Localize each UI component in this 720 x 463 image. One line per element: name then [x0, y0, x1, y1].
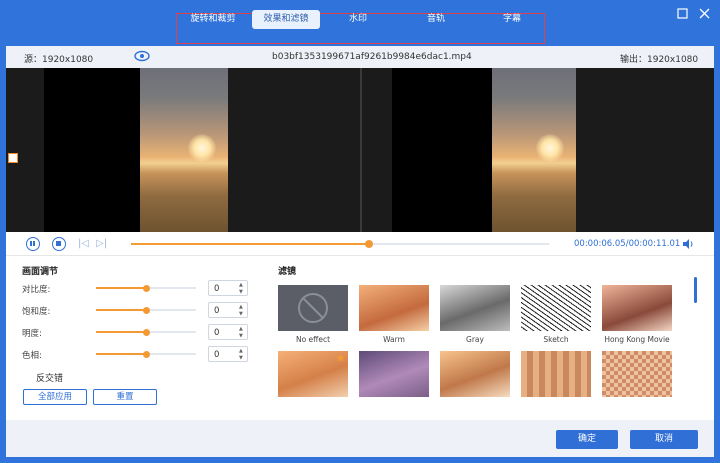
video-preview-area — [6, 68, 714, 232]
star-icon: ★ — [335, 351, 346, 365]
tab-audio-track[interactable]: 音轨 — [416, 10, 456, 29]
close-icon[interactable] — [698, 8, 710, 20]
filter-thumb-item-7[interactable] — [359, 351, 429, 397]
output-resolution: 输出：1920x1080 — [620, 55, 699, 65]
filter-thumb-item-8[interactable] — [440, 351, 510, 397]
adjust-title: 画面调节 — [22, 267, 59, 277]
hue-row: 色相: 0 ▲ ▼ — [20, 346, 250, 362]
tab-effects-filters[interactable]: 效果和滤镜 — [252, 10, 320, 29]
hue-slider[interactable] — [96, 350, 196, 358]
cancel-button[interactable]: 取消 — [630, 430, 698, 449]
filter-label: Hong Kong Movie — [604, 335, 670, 344]
filter-label: Gray — [466, 335, 484, 344]
volume-icon[interactable] — [682, 238, 694, 250]
filter-thumb-no-effect[interactable] — [278, 285, 348, 331]
contrast-label: 对比度: — [22, 285, 51, 295]
filter-thumb-item-10[interactable] — [602, 351, 672, 397]
contrast-slider[interactable] — [96, 284, 196, 292]
maximize-icon[interactable] — [676, 8, 688, 20]
original-preview — [6, 68, 360, 232]
adjust-panel: 画面调节 对比度: 0 ▲ ▼ 饱和度: 0 ▲ ▼ 明度: 0 ▲ ▼ 色相: 0 ▲ ▼ — [8, 153, 250, 414]
info-bar: 源：1920x1080 b03bf1353199671af9261b9984e6… — [6, 46, 714, 68]
filter-thumb-item-6[interactable]: ★ — [278, 351, 348, 397]
next-frame-icon[interactable]: ▷| — [96, 238, 107, 249]
pause-button[interactable] — [26, 237, 40, 251]
file-name: b03bf1353199671af9261b9984e6dac1.mp4 — [272, 52, 472, 62]
title-bar: 旋转和裁剪 效果和滤镜 水印 音轨 字幕 — [0, 0, 720, 46]
reset-button[interactable]: 重置 — [93, 389, 157, 405]
original-video-frame — [140, 68, 228, 232]
brightness-label: 明度: — [22, 329, 42, 339]
stop-button[interactable] — [52, 237, 66, 251]
editor-window: 旋转和裁剪 效果和滤镜 水印 音轨 字幕 源：1920x1080 b03bf13… — [0, 0, 720, 463]
contrast-spinbox[interactable]: 0 ▲ ▼ — [208, 280, 248, 296]
no-effect-icon — [298, 293, 328, 323]
contrast-row: 对比度: 0 ▲ ▼ — [20, 280, 250, 296]
timeline-handle[interactable] — [365, 240, 374, 248]
filter-thumb-hong-kong-movie[interactable] — [602, 285, 672, 331]
timeline-slider[interactable] — [131, 240, 549, 248]
filter-label: No effect — [295, 335, 331, 344]
output-preview — [362, 68, 714, 232]
timeline-progress — [131, 243, 370, 245]
filter-thumb-item-9[interactable] — [521, 351, 591, 397]
previous-frame-icon[interactable]: |◁ — [78, 238, 89, 249]
hue-spinbox[interactable]: 0 ▲ ▼ — [208, 346, 248, 362]
saturation-label: 饱和度: — [22, 307, 51, 317]
time-display: 00:00:06.05/00:00:11.01 — [574, 239, 681, 249]
dialog-footer: 确定 取消 — [6, 420, 714, 457]
tab-rotate-crop[interactable]: 旋转和裁剪 — [182, 10, 244, 29]
brightness-slider[interactable] — [96, 328, 196, 336]
saturation-spinbox[interactable]: 0 ▲ ▼ — [208, 302, 248, 318]
eye-icon[interactable] — [134, 50, 150, 65]
saturation-slider[interactable] — [96, 306, 196, 314]
saturation-row: 饱和度: 0 ▲ ▼ — [20, 302, 250, 318]
brightness-row: 明度: 0 ▲ ▼ — [20, 324, 250, 340]
deinterlace-checkbox[interactable] — [8, 153, 18, 163]
apply-all-button[interactable]: 全部应用 — [23, 389, 87, 405]
source-resolution: 源：1920x1080 — [24, 55, 94, 65]
filter-label: Sketch — [543, 335, 569, 344]
filter-label: Warm — [383, 335, 405, 344]
hue-label: 色相: — [22, 351, 42, 361]
brightness-spinbox[interactable]: 0 ▲ ▼ — [208, 324, 248, 340]
tab-subtitle[interactable]: 字幕 — [492, 10, 532, 29]
ok-button[interactable]: 确定 — [556, 430, 618, 449]
filter-thumb-gray[interactable] — [440, 285, 510, 331]
deinterlace-label: 反交错 — [36, 374, 64, 384]
output-video-frame — [492, 68, 576, 232]
tab-watermark[interactable]: 水印 — [338, 10, 378, 29]
content-panel: 源：1920x1080 b03bf1353199671af9261b9984e6… — [6, 46, 714, 457]
filter-thumb-warm[interactable] — [359, 285, 429, 331]
playback-controls: |◁ ▷| 00:00:06.05/00:00:11.01 — [6, 232, 714, 256]
filter-thumb-sketch[interactable] — [521, 285, 591, 331]
filters-title: 滤镜 — [278, 267, 297, 277]
filter-scrollbar[interactable] — [694, 277, 697, 303]
